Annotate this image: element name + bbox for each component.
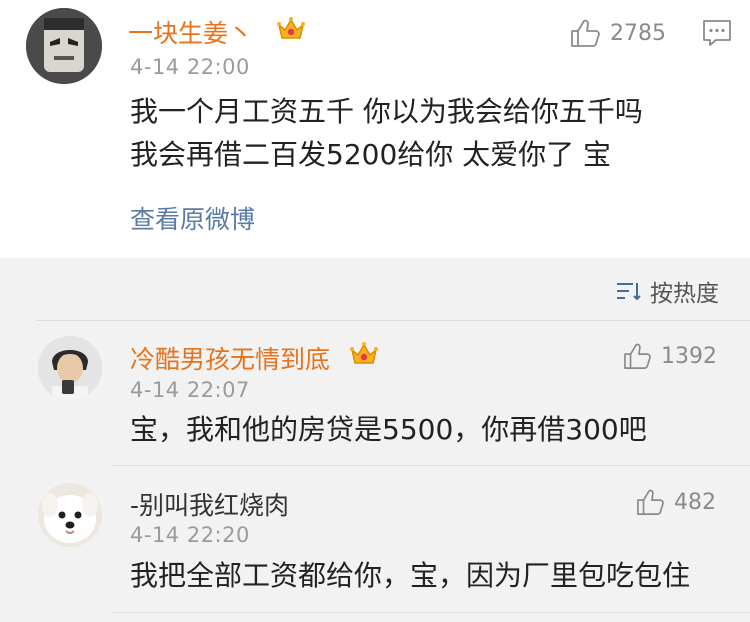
comment-icon[interactable]	[702, 19, 732, 51]
user-avatar[interactable]	[38, 336, 102, 400]
crown-badge-icon	[349, 341, 379, 371]
like-button[interactable]: 2785	[570, 18, 666, 48]
view-original-post-link[interactable]: 查看原微博	[130, 200, 255, 236]
comment-time: 4-14 22:00	[130, 55, 250, 79]
avatar-mask-face-icon	[26, 8, 102, 84]
thumbs-up-icon	[571, 19, 600, 47]
like-count: 2785	[610, 20, 666, 46]
user-avatar[interactable]	[26, 8, 102, 84]
comment-content-line-2: 我会再借二百发5200给你 太爱你了 宝	[130, 138, 612, 171]
comment-time: 4-14 22:20	[130, 523, 250, 547]
sort-label: 按热度	[650, 281, 719, 307]
comment-content-line-1: 我一个月工资五千 你以为我会给你五千吗	[130, 95, 643, 128]
crown-badge-icon	[276, 16, 306, 46]
divider	[112, 612, 750, 613]
avatar-white-dog-icon	[38, 483, 102, 547]
user-avatar[interactable]	[38, 483, 102, 547]
divider	[112, 465, 750, 466]
comment-time: 4-14 22:07	[130, 378, 250, 402]
like-count: 482	[674, 489, 716, 515]
avatar-boy-photo-icon	[38, 336, 102, 400]
sort-icon	[617, 283, 641, 301]
like-button[interactable]: 1392	[623, 342, 717, 370]
reply-content: 宝，我和他的房贷是5500，你再借300吧	[130, 413, 647, 446]
sort-by-popularity-button[interactable]: 按热度	[616, 274, 719, 308]
reply-content: 我把全部工资都给你，宝，因为厂里包吃包住	[130, 559, 691, 592]
user-name[interactable]: 一块生姜丶	[128, 14, 253, 50]
user-name[interactable]: -别叫我红烧肉	[130, 486, 289, 522]
like-button[interactable]: 482	[636, 488, 716, 516]
like-count: 1392	[661, 343, 717, 369]
divider	[36, 320, 750, 321]
thumbs-up-icon	[637, 489, 664, 515]
main-comment: 一块生姜丶 4-14 22:00 2785 我一个月工资五千 你以为我会给你五千…	[0, 0, 750, 258]
user-name[interactable]: 冷酷男孩无情到底	[130, 340, 330, 376]
thumbs-up-icon	[624, 343, 651, 369]
